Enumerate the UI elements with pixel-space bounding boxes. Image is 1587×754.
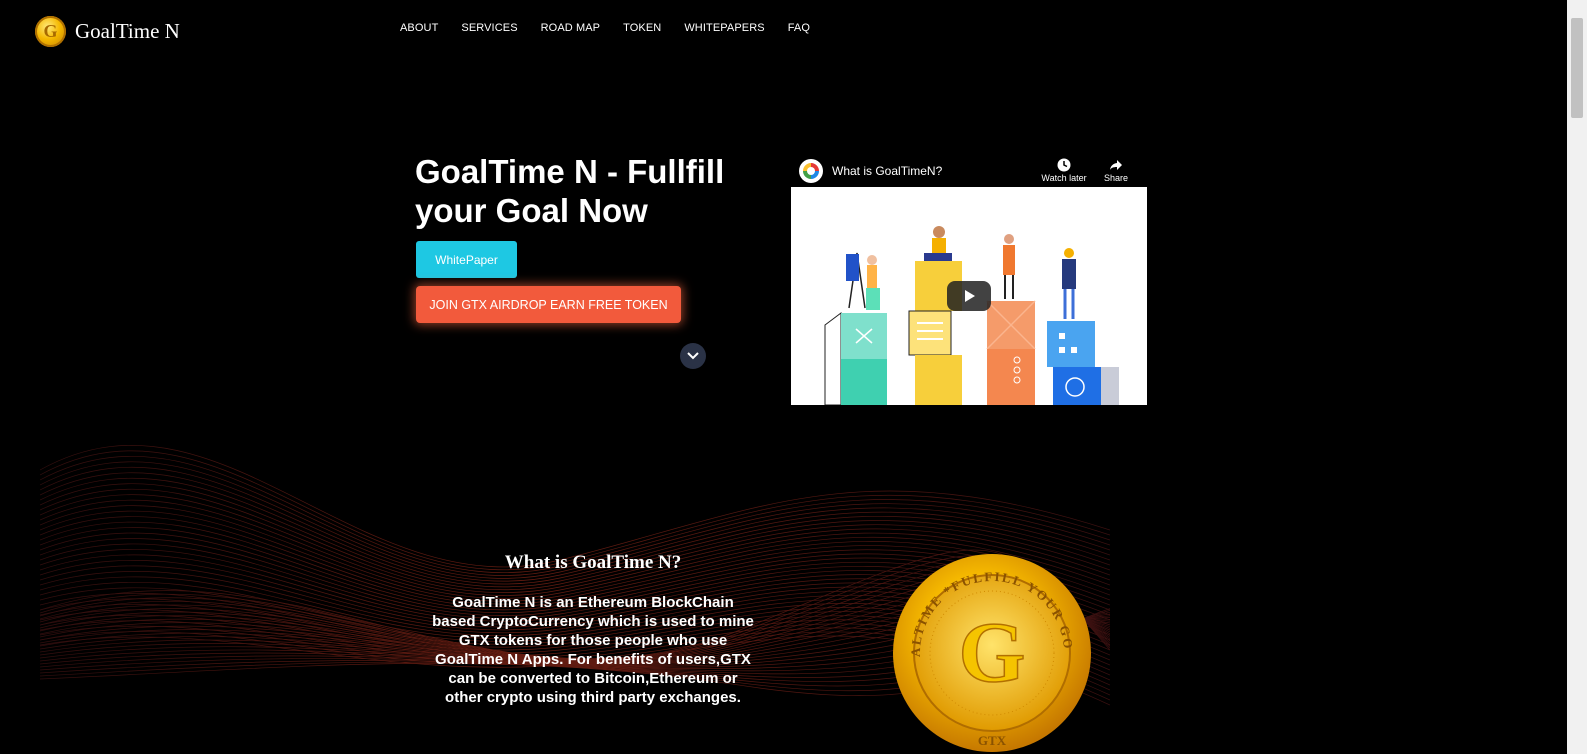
nav-road-map[interactable]: ROAD MAP — [541, 22, 600, 34]
channel-avatar[interactable] — [799, 159, 823, 183]
about-heading: What is GoalTime N? — [504, 552, 682, 573]
page-scrollbar[interactable] — [1567, 0, 1587, 754]
coin-letter: G — [959, 604, 1026, 700]
video-top-bar: What is GoalTimeN? Watch later Share — [791, 153, 1147, 187]
clock-icon — [1057, 158, 1071, 172]
share-label: Share — [1103, 173, 1129, 183]
nav-faq[interactable]: FAQ — [788, 22, 810, 34]
coin-logo-icon: G — [35, 16, 66, 47]
about-description: GoalTime N is an Ethereum BlockChain bas… — [432, 594, 754, 706]
share-button[interactable]: Share — [1088, 158, 1144, 183]
airdrop-button[interactable]: JOIN GTX AIRDROP EARN FREE TOKEN — [416, 286, 681, 323]
share-icon — [1110, 160, 1122, 170]
whitepaper-button[interactable]: WhitePaper — [416, 241, 517, 278]
watch-later-label: Watch later — [1041, 173, 1087, 183]
scroll-down-button[interactable] — [680, 343, 706, 369]
coin-bottom-text: GTX — [978, 733, 1007, 748]
nav-token[interactable]: TOKEN — [623, 22, 661, 34]
brand-name: GoalTime N — [75, 19, 180, 43]
nav-whitepapers[interactable]: WHITEPAPERS — [684, 22, 764, 34]
nav-about[interactable]: ABOUT — [400, 22, 438, 34]
brand-logo[interactable]: G GoalTime N — [35, 16, 180, 47]
hero-title: GoalTime N - Fullfill your Goal Now — [415, 153, 725, 229]
gtx-coin-image: G GOALTIME *FULFILL YOUR GOAL* GTX — [892, 553, 1091, 752]
chevron-down-icon — [687, 352, 699, 360]
nav-services[interactable]: SERVICES — [461, 22, 517, 34]
watch-later-button[interactable]: Watch later — [1036, 158, 1092, 183]
channel-logo-icon — [803, 163, 819, 179]
play-button[interactable] — [947, 281, 991, 311]
video-embed[interactable]: What is GoalTimeN? Watch later Share — [791, 153, 1147, 405]
main-nav: ABOUT SERVICES ROAD MAP TOKEN WHITEPAPER… — [400, 22, 833, 34]
scrollbar-thumb[interactable] — [1571, 18, 1583, 118]
video-title[interactable]: What is GoalTimeN? — [832, 164, 942, 178]
play-icon — [965, 290, 975, 302]
video-thumbnail-illustration — [791, 153, 1147, 405]
